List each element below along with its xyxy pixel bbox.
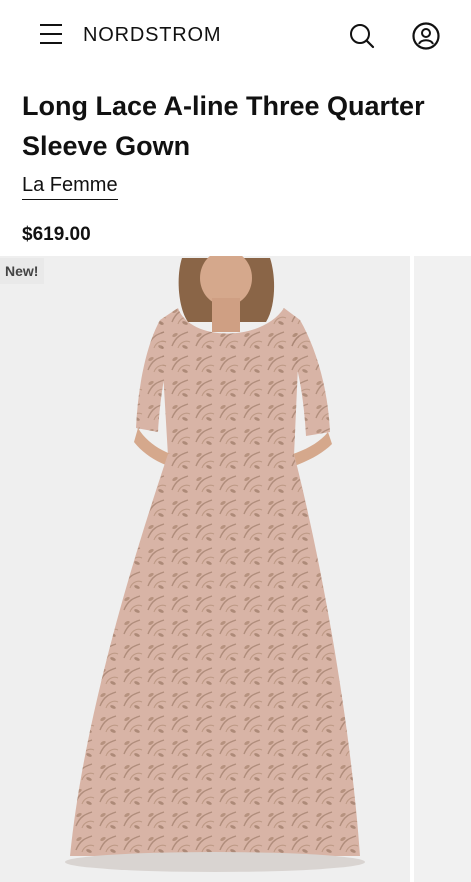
menu-icon-bar [40,33,62,35]
top-header: NORDSTROM [0,0,471,72]
search-icon [350,24,375,49]
product-image-main[interactable] [0,256,410,882]
menu-icon-bar [40,42,62,44]
search-button[interactable] [348,22,376,50]
new-badge: New! [0,258,45,284]
product-image-next[interactable] [414,256,471,882]
account-icon [412,22,440,50]
brand-link[interactable]: La Femme [22,174,118,200]
account-button[interactable] [411,21,441,51]
nordstrom-logo[interactable]: NORDSTROM [83,24,221,47]
menu-button[interactable] [40,24,64,46]
gown-photo-illustration [0,256,410,882]
menu-icon-bar [40,24,62,26]
product-price: $619.00 [22,224,91,245]
product-title: Long Lace A-line Three Quarter Sleeve Go… [22,91,425,161]
product-image-gallery[interactable]: New! [0,256,471,882]
